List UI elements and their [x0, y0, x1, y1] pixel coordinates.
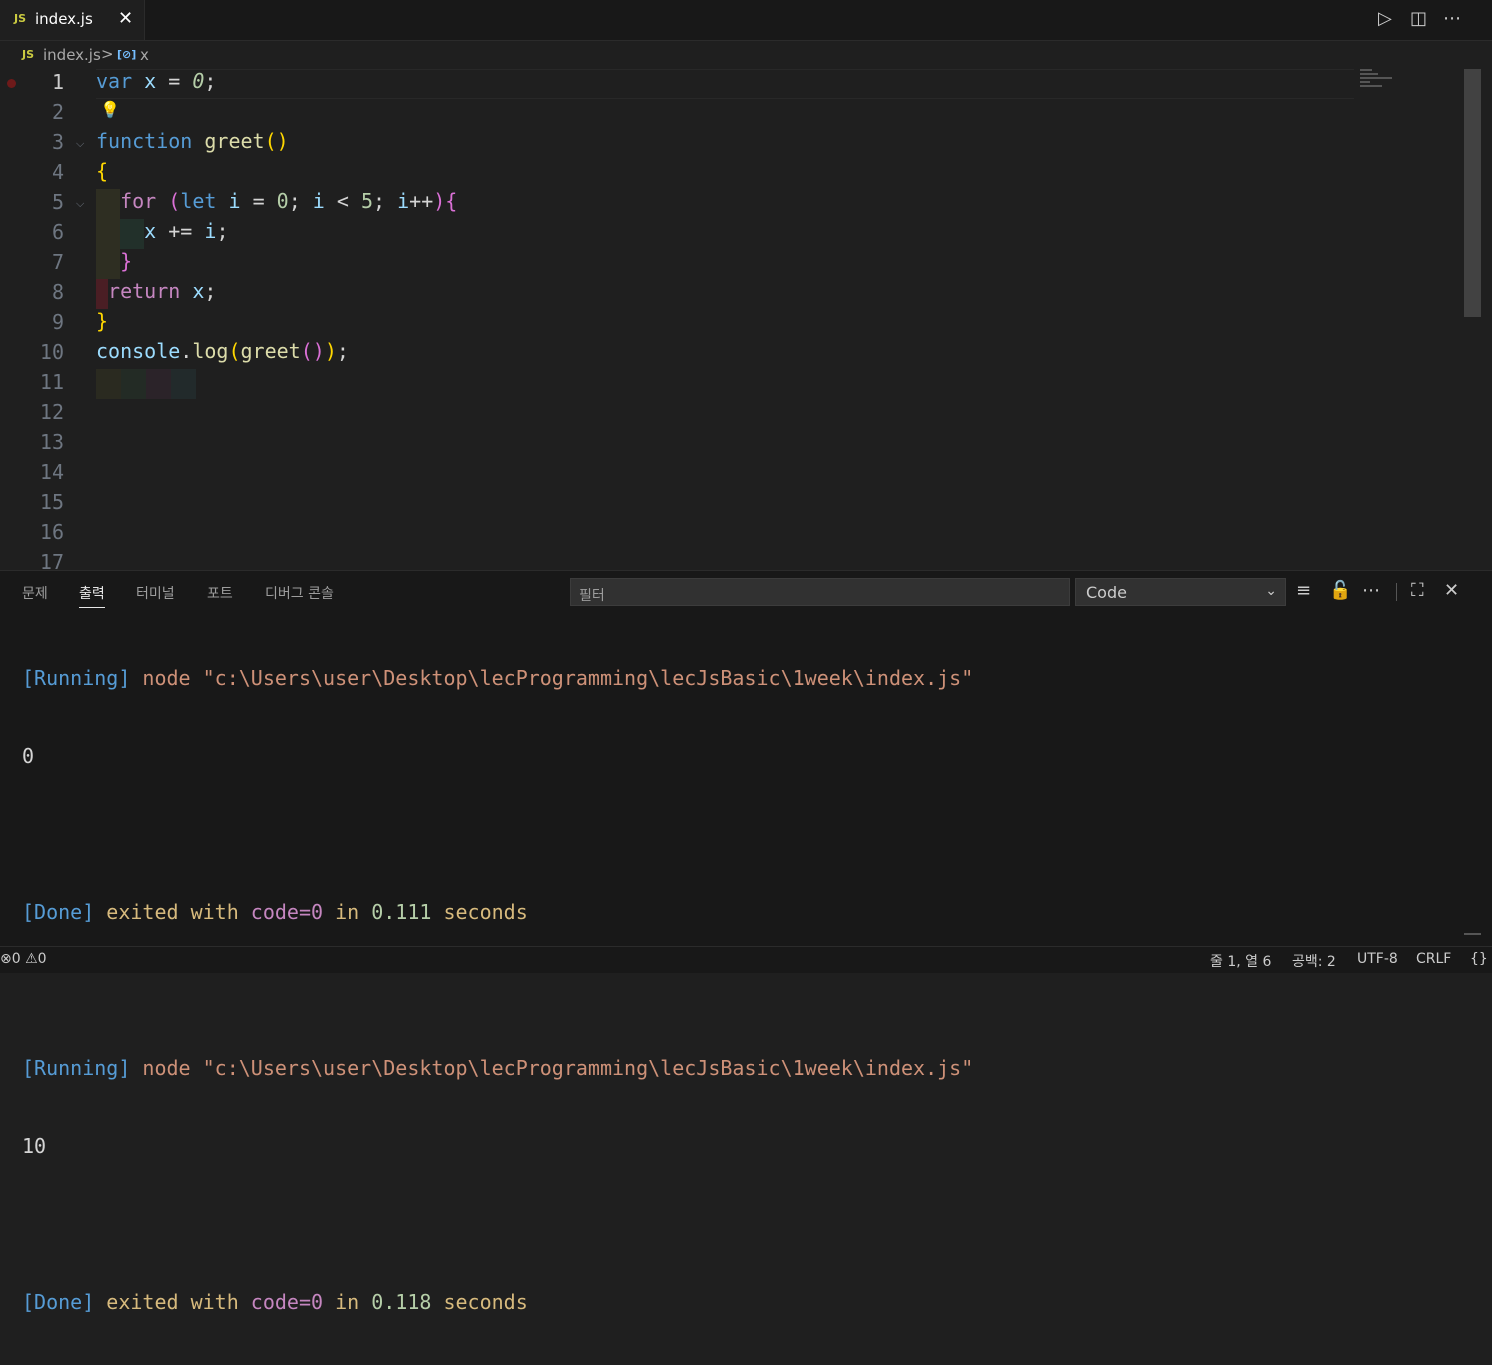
breakpoint-icon[interactable] [7, 79, 16, 88]
tab-debug-console[interactable]: 디버그 콘솔 [265, 583, 334, 603]
tab-ports[interactable]: 포트 [207, 583, 233, 603]
breadcrumb-file[interactable]: index.js [43, 46, 101, 64]
line-number: 8 [51, 280, 64, 304]
encoding-status[interactable]: UTF-8 [1357, 951, 1398, 967]
output-line-empty [22, 975, 973, 1005]
output-channel-value: Code [1086, 583, 1127, 602]
line-number: 11 [39, 370, 64, 394]
split-editor-icon[interactable]: ◫ [1410, 8, 1427, 29]
bottom-panel: 문제 출력 터미널 포트 디버그 콘솔 필터 Code ⌄ ≡ 🔓 ⋯ ⛶ ✕ … [0, 570, 1492, 1314]
output-line: [Running] node "c:\Users\user\Desktop\le… [22, 1056, 974, 1080]
status-bar: ⊗0 ⚠0 줄 1, 열 6 공백: 2 UTF-8 CRLF {} [0, 946, 1492, 973]
line-number: 13 [39, 430, 64, 454]
output-line: [Done] exited with code=0 in 0.111 secon… [22, 900, 528, 924]
tab-output[interactable]: 출력 [79, 583, 105, 608]
close-icon[interactable]: ✕ [118, 8, 133, 29]
fold-chevron-icon[interactable]: ⌵ [76, 137, 84, 151]
line-number: 10 [39, 340, 64, 364]
warning-count: 0 [37, 951, 47, 967]
output-line-empty [22, 1209, 973, 1239]
cursor-position[interactable]: 줄 1, 열 6 [1210, 951, 1271, 971]
run-icon[interactable]: ▷ [1378, 8, 1392, 29]
line-number: 7 [51, 250, 64, 274]
line-number: 9 [51, 310, 64, 334]
line-number: 12 [39, 400, 64, 424]
code-line-7: } [120, 249, 133, 273]
indent-guide [96, 369, 196, 399]
line-number: 16 [39, 520, 64, 544]
code-line-6: x += i; [144, 219, 229, 243]
output-line-empty [22, 819, 973, 849]
variable-icon: [⊘] [117, 48, 137, 61]
error-icon: ⊗ [0, 951, 12, 967]
warning-icon: ⚠ [25, 951, 38, 967]
minimap[interactable] [1360, 69, 1400, 93]
tab-index-js[interactable]: JS index.js ✕ [0, 0, 145, 40]
code-line-4: { [96, 159, 109, 183]
editor-scrollbar[interactable] [1464, 69, 1481, 317]
code-line-1: var x = 0; [96, 69, 217, 93]
maximize-panel-icon[interactable]: ⛶ [1411, 580, 1424, 601]
output-line: 0 [22, 744, 35, 768]
line-number: 3 [51, 130, 64, 154]
line-number: 15 [39, 490, 64, 514]
line-number: 4 [51, 160, 64, 184]
clear-output-icon[interactable]: ≡ [1296, 580, 1311, 601]
code-line-10: console.log(greet()); [96, 339, 349, 363]
output-line: [Running] node "c:\Users\user\Desktop\le… [22, 666, 974, 690]
chevron-right-icon: > [101, 45, 114, 63]
tab-terminal[interactable]: 터미널 [136, 583, 175, 603]
line-number: 2 [51, 100, 64, 124]
current-line-highlight [96, 69, 1354, 99]
code-line-8: return x; [108, 279, 217, 303]
breadcrumb: JS index.js > [⊘] x [0, 41, 1492, 69]
output-line: 10 [22, 1134, 47, 1158]
indentation-status[interactable]: 공백: 2 [1292, 951, 1336, 971]
js-file-icon: JS [22, 48, 35, 61]
more-actions-icon[interactable]: ⋯ [1362, 580, 1380, 601]
line-number: 14 [39, 460, 64, 484]
code-line-5: for (let i = 0; i < 5; i++){ [120, 189, 458, 213]
more-actions-icon[interactable]: ⋯ [1443, 8, 1461, 29]
tab-label: index.js [35, 10, 93, 28]
close-panel-icon[interactable]: ✕ [1444, 580, 1459, 601]
line-number: 1 [51, 70, 64, 94]
tab-bar: JS index.js ✕ ▷ ◫ ⋯ [0, 0, 1492, 41]
divider [1396, 583, 1397, 601]
chevron-down-icon: ⌄ [1265, 583, 1277, 599]
eol-status[interactable]: CRLF [1416, 951, 1451, 967]
output-log: [Running] node "c:\Users\user\Desktop\le… [22, 615, 973, 1365]
panel-scrollbar[interactable] [1464, 933, 1481, 935]
line-number: 5 [51, 190, 64, 214]
code-line-3: function greet() [96, 129, 289, 153]
output-channel-select[interactable]: Code ⌄ [1075, 578, 1286, 606]
language-mode-icon[interactable]: {} [1470, 951, 1488, 967]
problems-status[interactable]: ⊗0 ⚠0 [0, 951, 47, 967]
output-line: [Done] exited with code=0 in 0.118 secon… [22, 1290, 528, 1314]
js-file-icon: JS [14, 12, 27, 25]
lock-icon[interactable]: 🔓 [1329, 580, 1351, 601]
code-line-9: } [96, 309, 109, 333]
filter-input[interactable]: 필터 [570, 578, 1070, 606]
tab-problems[interactable]: 문제 [22, 583, 48, 603]
breadcrumb-symbol[interactable]: x [140, 46, 149, 64]
lightbulb-icon[interactable]: 💡 [100, 100, 120, 119]
line-number: 17 [39, 550, 64, 570]
code-editor[interactable]: 💡 ⌵ ⌵ 1 2 3 4 5 6 7 8 9 10 11 12 13 14 15 16 17 var x = … [0, 69, 1492, 570]
line-number: 6 [51, 220, 64, 244]
error-count: 0 [11, 951, 21, 967]
fold-chevron-icon[interactable]: ⌵ [76, 197, 84, 211]
